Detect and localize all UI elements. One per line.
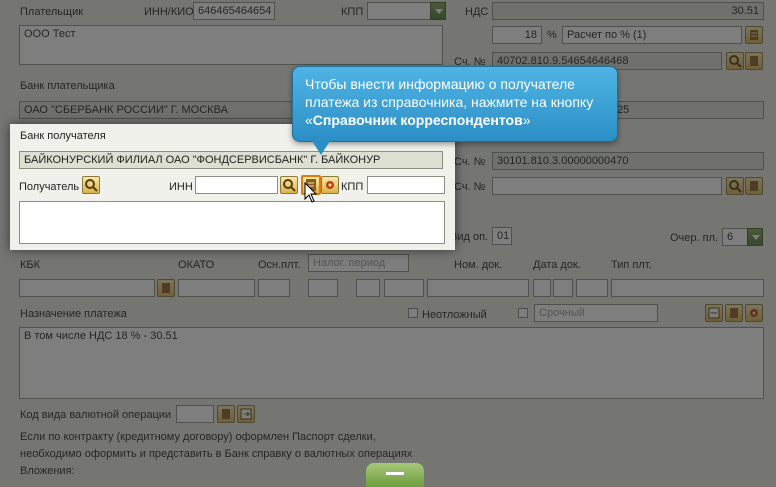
doc-date-year-field[interactable] xyxy=(576,279,608,297)
kbk-label: КБК xyxy=(20,259,41,271)
currency-note-line1: Если по контракту (кредитному договору) … xyxy=(20,431,376,443)
doc-date-label: Дата док. xyxy=(533,259,581,271)
operation-type-label: Вид оп. xyxy=(450,231,489,243)
recipient-bank-field[interactable]: БАЙКОНУРСКИЙ ФИЛИАЛ ОАО "ФОНДСЕРВИСБАНК"… xyxy=(19,151,443,169)
queue-field[interactable]: 6 xyxy=(722,228,748,246)
payer-inn-label: ИНН/КИО xyxy=(144,6,194,18)
list-icon xyxy=(750,30,758,40)
recipient-bank-label: Банк получателя xyxy=(20,130,106,142)
magnifier-icon xyxy=(283,179,296,192)
payer-account-search-button[interactable] xyxy=(726,52,744,70)
vat-percent-sign: % xyxy=(547,29,557,41)
recipient-name-field[interactable] xyxy=(19,201,445,244)
payer-account-list-button[interactable] xyxy=(745,52,763,70)
currency-op-list-button[interactable] xyxy=(217,405,235,423)
doc-number-label: Ном. док. xyxy=(454,259,503,271)
export-icon xyxy=(240,408,252,420)
gear-icon xyxy=(326,181,334,189)
magnifier-icon xyxy=(729,55,742,68)
purpose-template-button[interactable] xyxy=(705,304,723,322)
recipient-account-list-button[interactable] xyxy=(745,177,763,195)
purpose-text-field[interactable]: В том числе НДС 18 % - 30.51 xyxy=(19,327,764,399)
gear-icon xyxy=(750,309,758,317)
doc-date-day-field[interactable] xyxy=(533,279,551,297)
recipient-inn-field[interactable] xyxy=(195,176,278,194)
payer-bank-label: Банк плательщика xyxy=(20,80,115,92)
urgent-checkbox[interactable] xyxy=(408,308,418,318)
tooltip-pointer xyxy=(312,141,330,155)
vat-calc-button[interactable] xyxy=(745,26,763,44)
payment-type-field[interactable] xyxy=(611,279,764,297)
recipient-spotlight: Банк получателя БАЙКОНУРСКИЙ ФИЛИАЛ ОАО … xyxy=(10,124,455,250)
operation-type-field[interactable]: 01 xyxy=(492,227,512,245)
vat-calc-select[interactable]: Расчет по % (1) xyxy=(562,26,742,44)
recipient-account-search-button[interactable] xyxy=(726,177,744,195)
payer-kpp-dropdown-arrow[interactable] xyxy=(430,2,446,20)
currency-op-label: Код вида валютной операции xyxy=(20,409,172,421)
recipient-account-label: Сч. № xyxy=(454,181,486,193)
express-field[interactable]: Срочный xyxy=(534,304,658,322)
recipient-label: Получатель xyxy=(19,181,80,193)
queue-label: Очер. пл. xyxy=(670,232,719,244)
currency-op-export-button[interactable] xyxy=(237,405,255,423)
purpose-label: Назначение платежа xyxy=(20,308,127,320)
queue-dropdown-arrow[interactable] xyxy=(747,228,763,246)
bic-suffix: 25 xyxy=(617,104,630,116)
recipient-kpp-field[interactable] xyxy=(367,176,445,194)
kbk-field[interactable] xyxy=(19,279,155,297)
list-icon xyxy=(750,181,758,191)
doc-number-field[interactable] xyxy=(427,279,529,297)
vat-amount-field[interactable]: 30.51 xyxy=(492,2,764,20)
vat-rate-field[interactable]: 18 xyxy=(492,26,542,44)
magnifier-icon xyxy=(729,180,742,193)
recipient-search-button[interactable] xyxy=(82,176,100,194)
payer-kpp-field[interactable] xyxy=(367,2,431,20)
tooltip-tail: » xyxy=(522,112,531,128)
period-part2-field[interactable] xyxy=(356,279,380,297)
minus-icon xyxy=(386,472,404,475)
payer-label: Плательщик xyxy=(20,6,84,18)
payer-name-field[interactable]: ООО Тест xyxy=(19,25,443,65)
period-part3-field[interactable] xyxy=(384,279,424,297)
recipient-kpp-label: КПП xyxy=(341,181,364,193)
attachments-label: Вложения: xyxy=(20,465,75,477)
recipient-inn-search-button[interactable] xyxy=(280,176,298,194)
tooltip-bold: Справочник корреспондентов xyxy=(312,112,523,128)
purpose-list-button[interactable] xyxy=(725,304,743,322)
basis-field[interactable] xyxy=(258,279,290,297)
kbk-list-button[interactable] xyxy=(157,279,175,297)
corr-account-field[interactable]: 30101.810.3.00000000470 xyxy=(492,152,764,170)
tax-period-field[interactable]: Налог. период xyxy=(308,254,409,272)
currency-note-line2: необходимо оформить и представить в Банк… xyxy=(20,448,413,460)
doc-date-month-field[interactable] xyxy=(553,279,573,297)
mouse-cursor-icon xyxy=(304,182,318,203)
payer-inn-field[interactable]: 646465464654 xyxy=(193,2,275,20)
okato-label: ОКАТО xyxy=(178,259,215,271)
magnifier-icon xyxy=(85,179,98,192)
list-icon xyxy=(162,283,170,293)
recipient-inn-label: ИНН xyxy=(169,181,193,193)
urgent-label: Неотложный xyxy=(422,309,487,321)
payer-kpp-label: КПП xyxy=(341,6,364,18)
recipient-settings-button[interactable] xyxy=(321,176,339,194)
recipient-account-field[interactable] xyxy=(492,177,722,195)
collapse-tab-button[interactable] xyxy=(366,463,424,487)
corr-account-label: Сч. № xyxy=(454,156,486,168)
basis-label: Осн.плт. xyxy=(258,259,301,271)
express-checkbox[interactable] xyxy=(518,308,528,318)
purpose-settings-button[interactable] xyxy=(745,304,763,322)
currency-op-field[interactable] xyxy=(176,405,214,423)
list-icon xyxy=(750,56,758,66)
list-icon xyxy=(222,409,230,419)
okato-field[interactable] xyxy=(178,279,255,297)
period-part1-field[interactable] xyxy=(308,279,338,297)
hint-tooltip: Чтобы внести информацию о получателе пла… xyxy=(292,66,618,142)
list-icon xyxy=(730,308,738,318)
template-icon xyxy=(708,307,720,319)
payment-type-label: Тип плт. xyxy=(611,259,652,271)
vat-label: НДС xyxy=(465,6,489,18)
